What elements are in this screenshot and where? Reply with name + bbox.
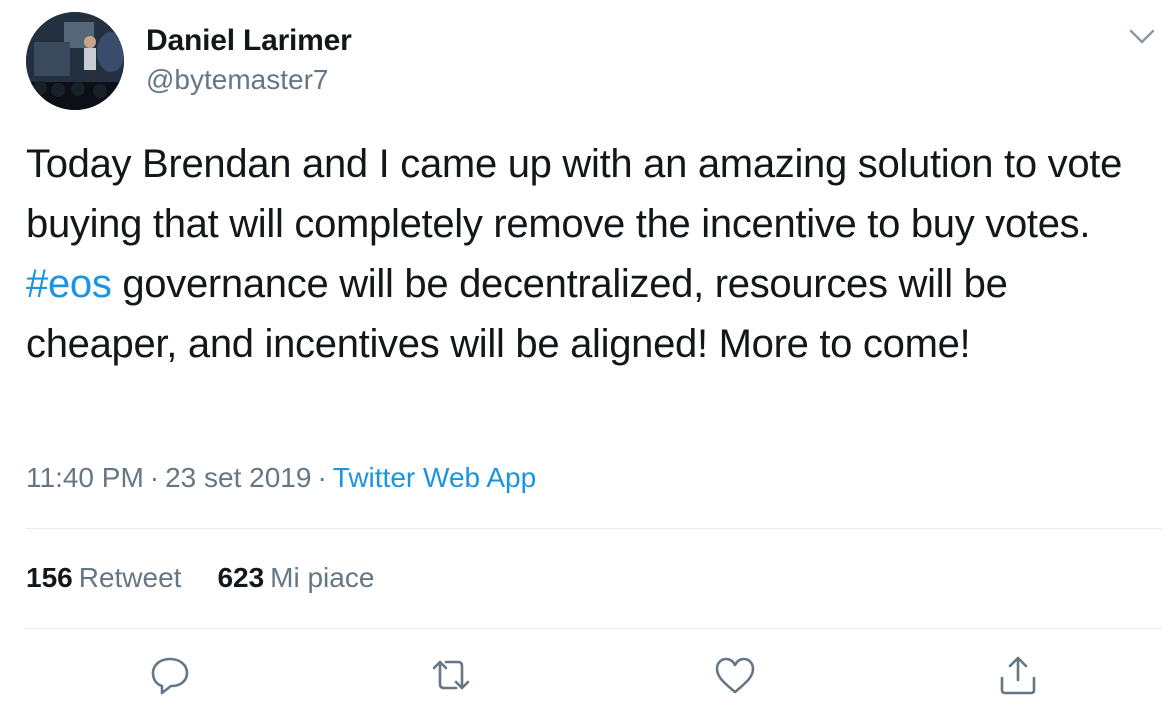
tweet-card: Daniel Larimer @bytemaster7 Today Brenda…: [0, 0, 1172, 716]
like-icon: [715, 657, 755, 694]
tweet-text: Today Brendan and I came up with an amaz…: [26, 134, 1166, 374]
tweet-text-before: Today Brendan and I came up with an amaz…: [26, 142, 1133, 246]
tweet-header: Daniel Larimer @bytemaster7: [26, 12, 1156, 112]
tweet-text-after: governance will be decentralized, resour…: [26, 262, 1019, 366]
retweet-icon: [432, 660, 470, 690]
avatar[interactable]: [26, 12, 124, 110]
reply-icon: [151, 657, 189, 695]
tweet-stats: 156 Retweet 623 Mi piace: [26, 562, 410, 594]
retweet-button[interactable]: [426, 650, 476, 700]
retweets-label: Retweet: [78, 562, 182, 593]
display-name[interactable]: Daniel Larimer: [146, 24, 352, 58]
hashtag-link[interactable]: #eos: [26, 262, 112, 306]
user-handle[interactable]: @bytemaster7: [146, 64, 329, 96]
likes-count: 623: [217, 562, 265, 593]
tweet-meta: 11:40 PM · 23 set 2019 · Twitter Web App: [26, 462, 536, 494]
divider: [26, 528, 1162, 529]
tweet-source-link[interactable]: Twitter Web App: [333, 462, 536, 493]
share-icon: [1000, 656, 1036, 695]
avatar-photo-icon: [26, 12, 124, 110]
share-button[interactable]: [993, 650, 1043, 700]
chevron-down-icon[interactable]: [1128, 26, 1156, 46]
meta-separator: ·: [149, 462, 160, 493]
likes-label: Mi piace: [270, 562, 375, 593]
meta-separator: ·: [317, 462, 327, 493]
tweet-time[interactable]: 11:40 PM: [26, 462, 144, 493]
tweet-actions: [0, 650, 1172, 700]
retweets-stat[interactable]: 156 Retweet: [26, 562, 181, 594]
reply-button[interactable]: [145, 650, 195, 700]
like-button[interactable]: [710, 650, 760, 700]
divider: [26, 628, 1162, 629]
tweet-date[interactable]: 23 set 2019: [165, 462, 311, 493]
likes-stat[interactable]: 623 Mi piace: [217, 562, 374, 594]
retweets-count: 156: [26, 562, 73, 593]
